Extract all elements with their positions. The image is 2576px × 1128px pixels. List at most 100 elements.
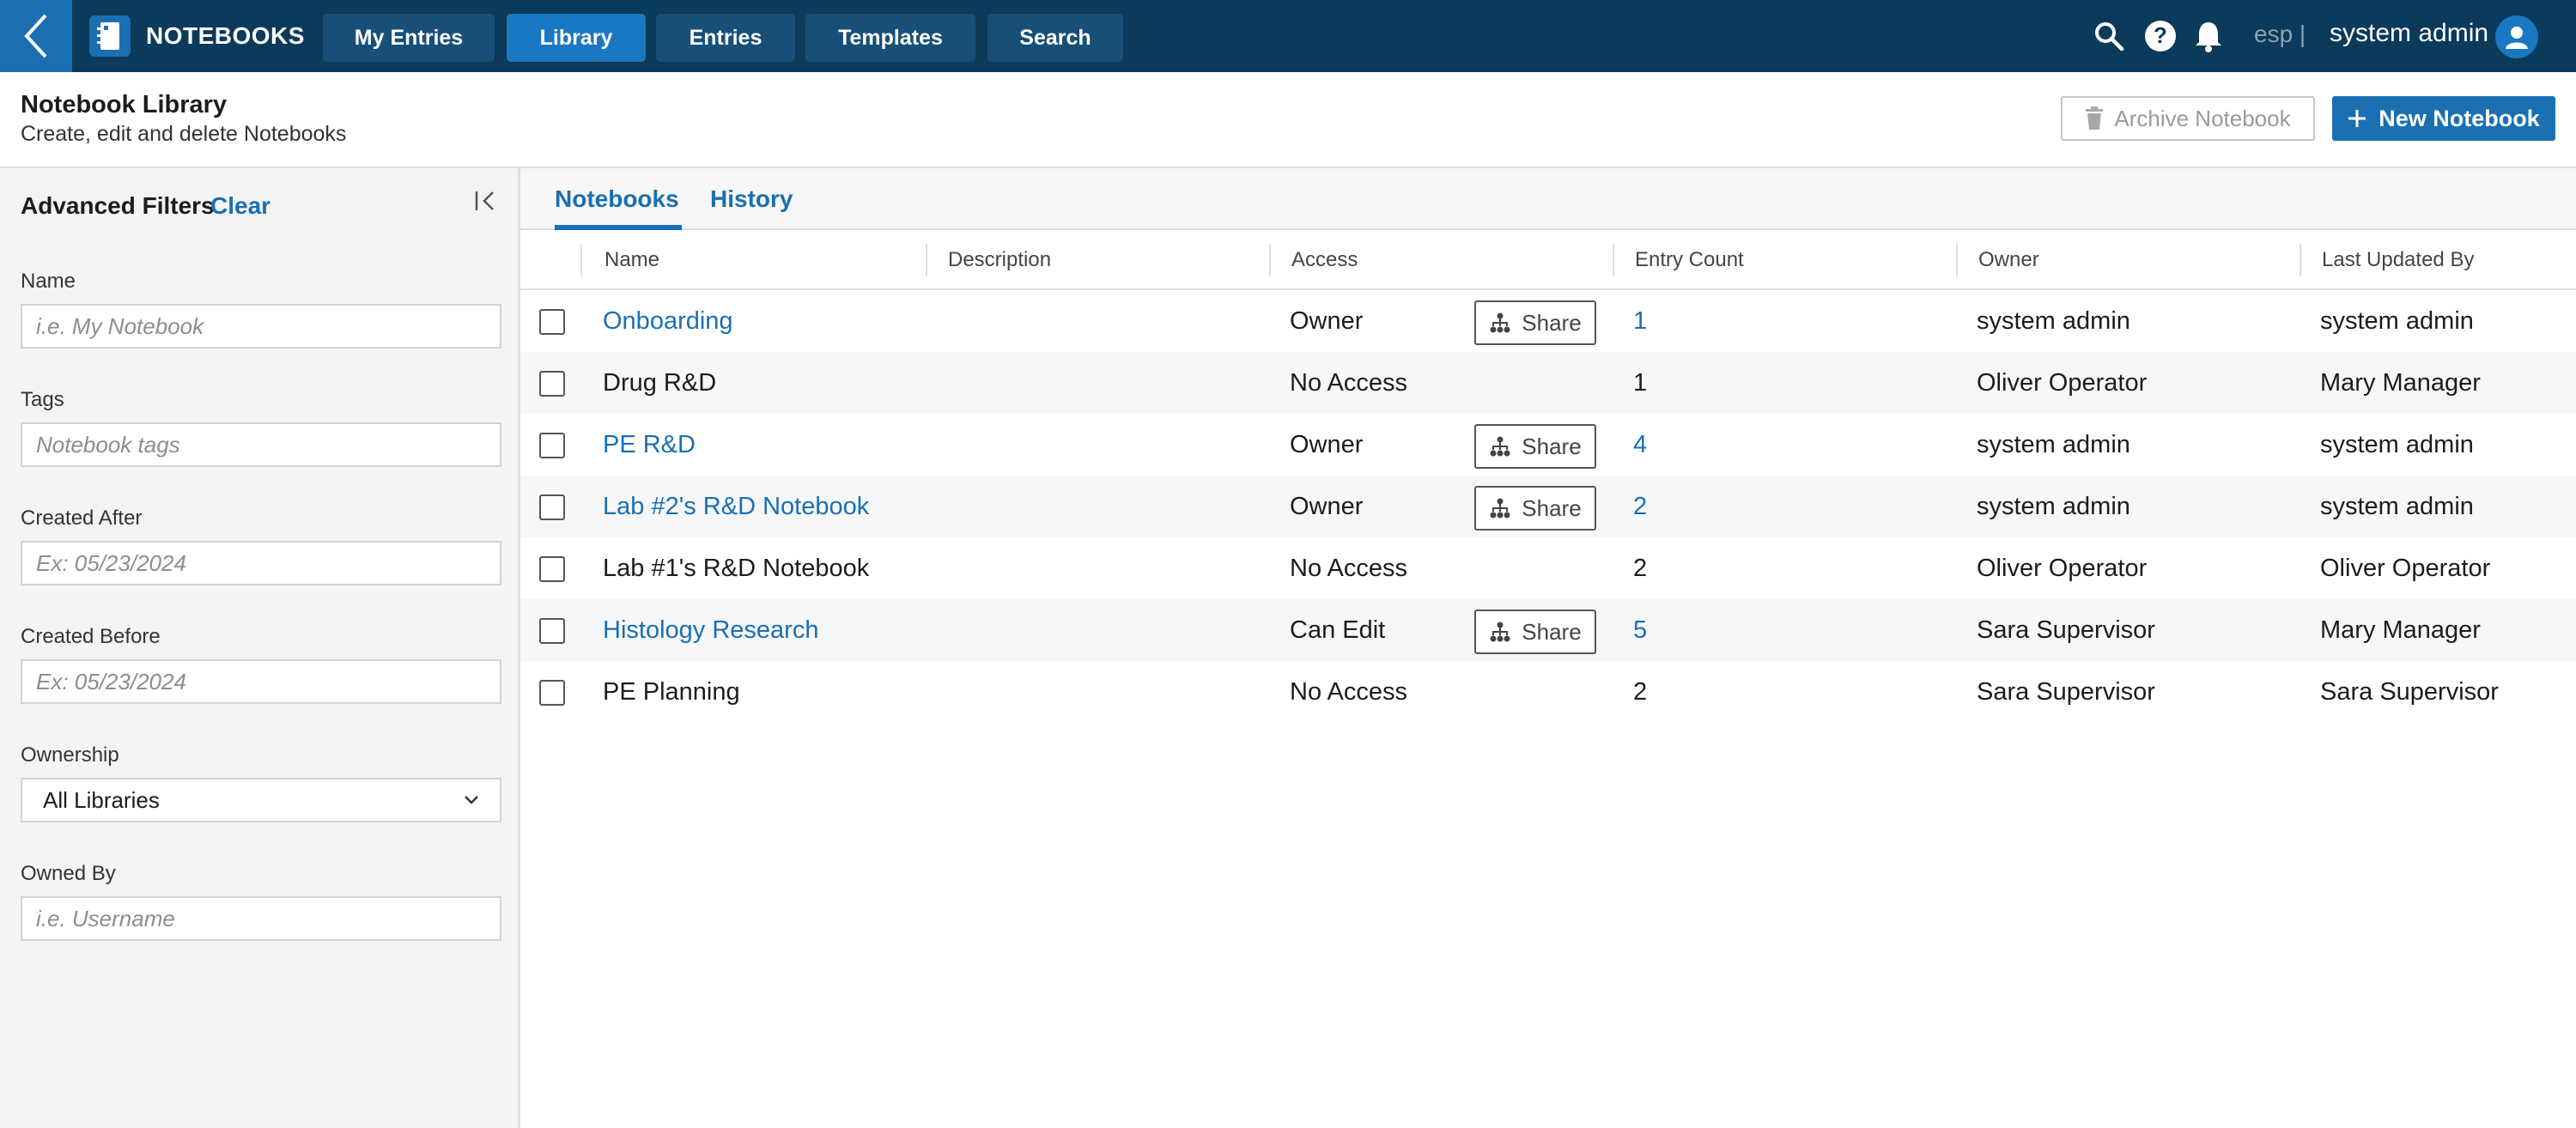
- last-updated-by-cell: system admin: [2320, 306, 2474, 335]
- plus-icon: [2348, 110, 2366, 127]
- archive-notebook-label: Archive Notebook: [2114, 105, 2291, 131]
- owned-by-label: Owned By: [21, 862, 116, 885]
- archive-notebook-button[interactable]: Archive Notebook: [2061, 96, 2315, 141]
- language-selector[interactable]: esp |: [2254, 21, 2306, 48]
- user-icon[interactable]: [2495, 15, 2538, 58]
- chevron-down-icon: [465, 796, 478, 804]
- page-header: Notebook Library Create, edit and delete…: [0, 72, 2576, 168]
- created-before-input[interactable]: [21, 659, 501, 704]
- entry-count-link[interactable]: 1: [1633, 290, 1647, 352]
- new-notebook-button[interactable]: New Notebook: [2332, 96, 2555, 141]
- share-label: Share: [1522, 494, 1582, 521]
- nav-tab-search[interactable]: Search: [987, 14, 1123, 62]
- column-header-entry-count[interactable]: Entry Count: [1635, 230, 1744, 290]
- notebook-name-link[interactable]: Lab #2's R&D Notebook: [603, 476, 869, 537]
- new-notebook-label: New Notebook: [2379, 105, 2540, 131]
- entry-count: 2: [1633, 677, 1648, 706]
- table-row: Onboarding Owner Share 1 system admin sy…: [520, 290, 2576, 352]
- content-tabs: Notebooks History: [520, 168, 2576, 230]
- notebook-icon: [89, 15, 131, 57]
- owner-cell: system admin: [1977, 430, 2130, 458]
- owner-cell: system admin: [1977, 492, 2130, 520]
- advanced-filters-panel: Advanced Filters Clear Name Tags Created…: [0, 168, 520, 1128]
- share-hierarchy-icon: [1490, 312, 1510, 333]
- nav-tab-templates[interactable]: Templates: [805, 14, 975, 62]
- ownership-select[interactable]: All Libraries: [21, 778, 501, 822]
- tags-filter-input[interactable]: [21, 422, 501, 467]
- column-header-last-updated-by[interactable]: Last Updated By: [2322, 230, 2474, 290]
- owner-cell: Sara Supervisor: [1977, 677, 2155, 706]
- row-checkbox[interactable]: [539, 371, 565, 397]
- clear-filters-link[interactable]: Clear: [210, 192, 270, 220]
- tab-notebooks[interactable]: Notebooks: [555, 185, 679, 213]
- share-button[interactable]: Share: [1474, 486, 1596, 531]
- filters-title: Advanced Filters: [21, 192, 215, 219]
- notebook-name-link[interactable]: Onboarding: [603, 290, 733, 352]
- notebook-name-link[interactable]: Histology Research: [603, 599, 818, 661]
- row-checkbox[interactable]: [539, 556, 565, 582]
- share-hierarchy-icon: [1490, 498, 1510, 519]
- entry-count: 1: [1633, 368, 1648, 397]
- row-checkbox[interactable]: [539, 309, 565, 335]
- last-updated-by-cell: Sara Supervisor: [2320, 677, 2499, 706]
- share-button[interactable]: Share: [1474, 424, 1596, 469]
- access-level: No Access: [1290, 677, 1407, 706]
- created-after-input[interactable]: [21, 541, 501, 585]
- notebook-name-link[interactable]: PE R&D: [603, 414, 696, 476]
- ownership-label: Ownership: [21, 743, 119, 767]
- column-header-owner[interactable]: Owner: [1978, 230, 2039, 290]
- entry-count-link[interactable]: 5: [1633, 599, 1647, 661]
- share-hierarchy-icon: [1490, 436, 1510, 457]
- column-divider: [1613, 244, 1614, 276]
- nav-tab-library[interactable]: Library: [507, 14, 646, 62]
- table-row: Drug R&D No Access 1 Oliver Operator Mar…: [520, 352, 2576, 414]
- name-filter-input[interactable]: [21, 304, 501, 349]
- main-content: Notebooks History Name Description Acces…: [520, 168, 2576, 1128]
- page-title: Notebook Library: [21, 91, 228, 118]
- back-chevron-icon: [24, 14, 47, 58]
- entry-count-link[interactable]: 4: [1633, 414, 1647, 476]
- column-header-access[interactable]: Access: [1291, 230, 1358, 290]
- created-before-label: Created Before: [21, 625, 161, 648]
- top-navigation-bar: NOTEBOOKS My Entries Library Entries Tem…: [0, 0, 2576, 72]
- last-updated-by-cell: system admin: [2320, 430, 2474, 458]
- tab-history[interactable]: History: [710, 185, 793, 213]
- share-button[interactable]: Share: [1474, 300, 1596, 345]
- share-label: Share: [1522, 309, 1582, 336]
- row-checkbox[interactable]: [539, 433, 565, 458]
- table-row: PE R&D Owner Share 4 system admin system…: [520, 414, 2576, 476]
- table-header: Name Description Access Entry Count Owne…: [520, 230, 2576, 290]
- bell-icon[interactable]: [2191, 19, 2226, 53]
- table-row: Lab #1's R&D Notebook No Access 2 Oliver…: [520, 537, 2576, 599]
- column-divider: [1269, 244, 1271, 276]
- row-checkbox[interactable]: [539, 618, 565, 644]
- access-level: Can Edit: [1290, 616, 1386, 644]
- last-updated-by-cell: Oliver Operator: [2320, 554, 2491, 582]
- access-level: Owner: [1290, 430, 1364, 458]
- trash-icon: [2086, 106, 2104, 130]
- entry-count-link[interactable]: 2: [1633, 476, 1647, 537]
- search-icon[interactable]: [2092, 19, 2126, 53]
- back-button[interactable]: [0, 0, 72, 72]
- column-divider: [1956, 244, 1958, 276]
- help-icon[interactable]: ?: [2143, 19, 2178, 53]
- app-brand[interactable]: NOTEBOOKS: [89, 15, 305, 57]
- last-updated-by-cell: Mary Manager: [2320, 616, 2481, 644]
- row-checkbox[interactable]: [539, 494, 565, 520]
- nav-tab-entries[interactable]: Entries: [656, 14, 795, 62]
- share-hierarchy-icon: [1490, 622, 1510, 642]
- ownership-selected-value: All Libraries: [43, 786, 160, 813]
- owned-by-input[interactable]: [21, 896, 501, 941]
- column-header-description[interactable]: Description: [948, 230, 1051, 290]
- entry-count: 2: [1633, 554, 1648, 582]
- user-name[interactable]: system admin: [2330, 19, 2488, 48]
- svg-text:?: ?: [2154, 22, 2167, 48]
- row-checkbox[interactable]: [539, 680, 565, 706]
- column-header-name[interactable]: Name: [605, 230, 659, 290]
- nav-tab-my-entries[interactable]: My Entries: [323, 14, 495, 62]
- notebook-name: Drug R&D: [603, 368, 717, 397]
- owner-cell: Sara Supervisor: [1977, 616, 2155, 644]
- collapse-left-icon[interactable]: [471, 185, 501, 216]
- share-button[interactable]: Share: [1474, 609, 1596, 654]
- share-label: Share: [1522, 433, 1582, 459]
